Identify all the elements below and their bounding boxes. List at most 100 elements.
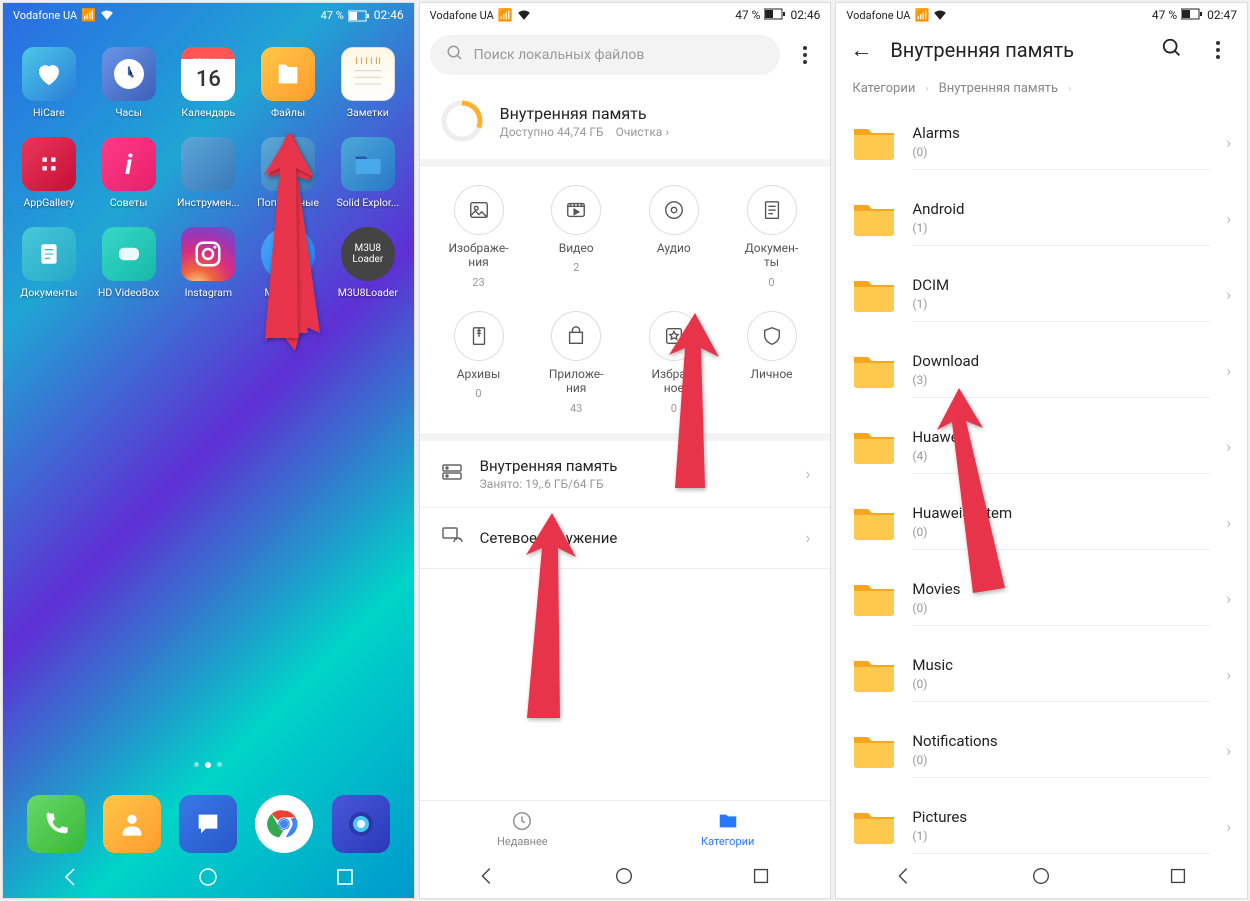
- folder-count: (4): [912, 449, 1210, 463]
- status-bar: Vodafone UA 📶 47 % 02:47: [836, 3, 1247, 27]
- folder-row[interactable]: Android(1)›: [836, 180, 1247, 256]
- signal-icon: 📶: [498, 8, 513, 22]
- nav-home[interactable]: [196, 865, 220, 889]
- folder-count: (0): [912, 145, 1210, 159]
- folder-row[interactable]: Huawe(4)›: [836, 408, 1247, 484]
- dock-phone[interactable]: [27, 795, 85, 853]
- app-hicare[interactable]: HiCare: [13, 47, 85, 119]
- category-documents[interactable]: Докумен- ты0: [723, 185, 821, 289]
- storage-available: Доступно 44,74 ГБ: [500, 125, 604, 139]
- search-icon[interactable]: [1161, 37, 1183, 63]
- network-item[interactable]: Сетевое окружение ›: [420, 508, 831, 569]
- battery-icon: [1181, 8, 1203, 23]
- app-documents[interactable]: Документы: [13, 227, 85, 299]
- dock: [3, 795, 414, 853]
- category-video[interactable]: Видео2: [527, 185, 625, 289]
- crumb-categories[interactable]: Категории: [852, 81, 915, 96]
- category-favorites[interactable]: Избран- ное0: [625, 311, 723, 415]
- app-notes[interactable]: Заметки: [332, 47, 404, 119]
- cleanup-link[interactable]: Очистка ›: [616, 125, 669, 139]
- folder-list: Alarms(0)›Android(1)›DCIM(1)›Download(3)…: [836, 104, 1247, 864]
- app-hd-videobox[interactable]: HD VideoBox: [93, 227, 165, 299]
- folder-icon: [852, 731, 896, 769]
- dock-chrome[interactable]: [255, 795, 313, 853]
- folder-row[interactable]: DCIM(1)›: [836, 256, 1247, 332]
- nav-home[interactable]: [613, 865, 637, 889]
- nav-back[interactable]: [476, 865, 500, 889]
- nav-back[interactable]: [59, 865, 83, 889]
- category-apps[interactable]: Приложе- ния43: [527, 311, 625, 415]
- chevron-right-icon: ›: [806, 528, 811, 547]
- battery-percent: 47 %: [1152, 8, 1177, 22]
- nav-recent[interactable]: [1167, 865, 1191, 889]
- back-button[interactable]: ←: [850, 37, 872, 63]
- nav-bar: [420, 856, 831, 898]
- crumb-internal[interactable]: Внутренняя память: [939, 81, 1058, 96]
- chevron-right-icon: ›: [1226, 285, 1231, 304]
- wifi-icon: [933, 8, 947, 23]
- phone-files-app: Vodafone UA 📶 47 % 02:46 Поиск локальных…: [419, 2, 832, 899]
- folder-count: (0): [912, 525, 1210, 539]
- tab-recent[interactable]: Недавнее: [420, 801, 625, 856]
- folder-row[interactable]: Download(3)›: [836, 332, 1247, 408]
- folder-name: DCIM: [912, 276, 1210, 294]
- more-button[interactable]: [1203, 41, 1233, 59]
- app-clock[interactable]: Часы: [93, 47, 165, 119]
- folder-row[interactable]: Notifications(0)›: [836, 712, 1247, 788]
- folder-icon: [852, 427, 896, 465]
- status-bar: Vodafone UA 📶 47 % 02:46: [420, 3, 831, 27]
- app-m3u8loader[interactable]: M3U8LoaderM3U8Loader: [332, 227, 404, 299]
- folder-name: Download: [912, 352, 1210, 370]
- app-popular[interactable]: Популярные: [252, 137, 324, 209]
- chevron-right-icon: ›: [1226, 437, 1231, 456]
- phone-home-screen: Vodafone UA 📶 47 % 02:46 HiCare Часы вто…: [2, 2, 415, 899]
- folder-icon: [852, 123, 896, 161]
- app-appgallery[interactable]: AppGallery: [13, 137, 85, 209]
- category-audio[interactable]: Аудио: [625, 185, 723, 289]
- dock-camera[interactable]: [332, 795, 390, 853]
- nav-back[interactable]: [893, 865, 917, 889]
- category-personal[interactable]: Личное: [723, 311, 821, 415]
- folder-count: (1): [912, 829, 1210, 843]
- app-calendar[interactable]: вторник16Календарь: [172, 47, 244, 119]
- tab-categories[interactable]: Категории: [625, 801, 830, 856]
- folder-row[interactable]: Alarms(0)›: [836, 104, 1247, 180]
- folder-name: HuaweiSystem: [912, 504, 1210, 522]
- chevron-right-icon: ›: [806, 464, 811, 483]
- dock-messages[interactable]: [179, 795, 237, 853]
- folder-row[interactable]: HuaweiSystem (0) ›: [836, 484, 1247, 560]
- nav-home[interactable]: [1030, 865, 1054, 889]
- signal-icon: 📶: [81, 8, 96, 22]
- search-icon: [446, 44, 464, 66]
- nav-recent[interactable]: [333, 865, 357, 889]
- folder-row[interactable]: Movies(0)›: [836, 560, 1247, 636]
- search-input[interactable]: Поиск локальных файлов: [430, 35, 781, 75]
- storage-title: Внутренняя память: [500, 104, 669, 123]
- chevron-right-icon: ›: [925, 82, 928, 95]
- internal-storage-item[interactable]: Внутренняя памятьЗанято: 19,.6 ГБ/64 ГБ …: [420, 441, 831, 508]
- network-icon: [440, 524, 464, 552]
- phone-file-browser: Vodafone UA 📶 47 % 02:47 ← Внутренняя па…: [835, 2, 1248, 899]
- chevron-right-icon: ›: [1068, 82, 1071, 95]
- app-tools[interactable]: Инструмен...: [172, 137, 244, 209]
- app-files[interactable]: Файлы: [252, 47, 324, 119]
- storage-summary[interactable]: Внутренняя память Доступно 44,74 ГБ Очист…: [420, 83, 831, 159]
- folder-icon: [852, 351, 896, 389]
- bottom-tabs: Недавнее Категории: [420, 800, 831, 856]
- app-instagram[interactable]: Instagram: [172, 227, 244, 299]
- category-archives[interactable]: Архивы0: [430, 311, 528, 415]
- more-button[interactable]: [790, 46, 820, 64]
- battery-percent: 47 %: [321, 9, 344, 22]
- app-solid-explorer[interactable]: Solid Explor...: [332, 137, 404, 209]
- app-tips[interactable]: iСоветы: [93, 137, 165, 209]
- chevron-right-icon: ›: [1226, 513, 1231, 532]
- carrier-label: Vodafone UA: [430, 9, 494, 22]
- app-mx-player[interactable]: MX Player: [252, 227, 324, 299]
- folder-row[interactable]: Music(0)›: [836, 636, 1247, 712]
- carrier-label: Vodafone UA: [846, 9, 910, 22]
- folder-row[interactable]: Pictures(1)›: [836, 788, 1247, 864]
- category-images[interactable]: Изображе- ния23: [430, 185, 528, 289]
- nav-recent[interactable]: [750, 865, 774, 889]
- dock-contacts[interactable]: [103, 795, 161, 853]
- category-grid: Изображе- ния23 Видео2 Аудио Докумен- ты…: [420, 167, 831, 433]
